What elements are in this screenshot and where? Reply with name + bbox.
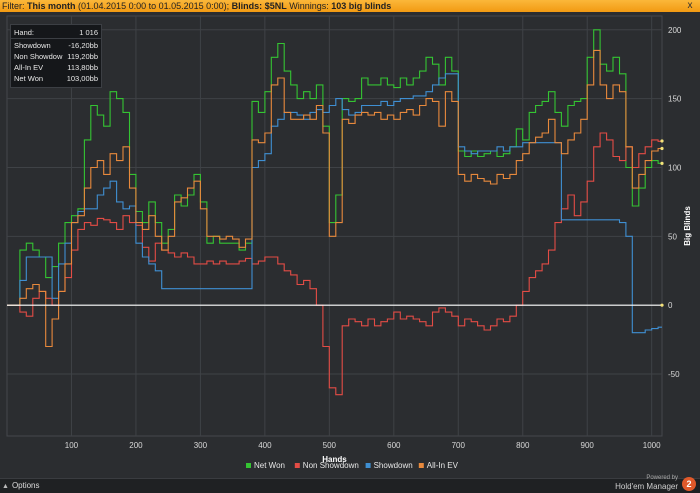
stats-row-net-won: Net Won 103,00bb bbox=[11, 73, 101, 84]
series-line-all-in-ev bbox=[7, 49, 662, 348]
powered-by: Powered by Hold'em Manager bbox=[615, 475, 678, 491]
y-tick-label: 0 bbox=[668, 301, 673, 310]
powered-by-label: Powered by bbox=[646, 475, 678, 481]
stats-label: Hand: bbox=[14, 28, 35, 37]
x-tick-label: 700 bbox=[452, 441, 466, 450]
product-name: Hold'em Manager bbox=[615, 482, 678, 491]
close-icon[interactable]: x bbox=[684, 0, 696, 12]
stats-label: Showdown bbox=[14, 41, 51, 50]
blinds-label: Blinds: bbox=[231, 1, 263, 11]
x-tick-label: 200 bbox=[129, 441, 143, 450]
stats-label: Net Won bbox=[14, 74, 44, 83]
y-tick-label: 200 bbox=[668, 26, 682, 35]
filter-date-range: (01.04.2015 0:00 to 01.05.2015 0:00); bbox=[78, 1, 230, 11]
stats-value: 1 016 bbox=[79, 28, 98, 37]
stats-value: 113,80bb bbox=[67, 63, 98, 72]
stats-value: 119,20bb bbox=[67, 52, 98, 61]
net-won-chart[interactable]: 100 200 300 400 500 600 700 800 900 1000 -50 0 50 100… bbox=[0, 12, 700, 479]
filter-label: Filter: bbox=[2, 1, 25, 11]
stats-row-non-showdown: Non Showdow 119,20bb bbox=[11, 51, 101, 62]
x-tick-label: 100 bbox=[65, 441, 79, 450]
zero-end-marker bbox=[660, 303, 664, 307]
series-end-marker bbox=[660, 139, 664, 143]
legend-swatch[interactable] bbox=[294, 463, 300, 468]
bottom-bar: ▲ Options Powered by Hold'em Manager 2 bbox=[0, 475, 700, 493]
chart-axes: 100 200 300 400 500 600 700 800 900 1000 -50 0 50 100… bbox=[65, 26, 692, 464]
blinds-value: $5NL bbox=[264, 1, 287, 11]
chart-grid bbox=[6, 15, 663, 437]
hm-logo-badge: 2 bbox=[682, 477, 696, 491]
legend-label[interactable]: Net Won bbox=[254, 461, 285, 470]
filter-bar: Filter: This month (01.04.2015 0:00 to 0… bbox=[0, 0, 700, 12]
x-tick-label: 900 bbox=[581, 441, 595, 450]
options-label: Options bbox=[11, 481, 40, 490]
winnings-value: 103 big blinds bbox=[331, 1, 392, 11]
x-tick-label: 300 bbox=[194, 441, 208, 450]
chart-legend[interactable]: Net Won Non Showdown Showdown All-In EV bbox=[246, 461, 459, 470]
legend-label[interactable]: Showdown bbox=[374, 461, 413, 470]
stats-label: Non Showdow bbox=[14, 52, 63, 61]
stats-value: 103,00bb bbox=[66, 74, 98, 83]
x-tick-label: 400 bbox=[258, 441, 272, 450]
stats-row-showdown: Showdown -16,20bb bbox=[11, 40, 101, 51]
series-end-marker bbox=[660, 161, 664, 165]
legend-swatch[interactable] bbox=[246, 463, 251, 468]
options-button[interactable]: ▲ Options bbox=[2, 480, 44, 492]
series-line-showdown bbox=[7, 73, 662, 334]
y-tick-label: 100 bbox=[668, 163, 682, 172]
x-tick-label: 600 bbox=[387, 441, 401, 450]
series-line-non-showdown bbox=[7, 132, 662, 396]
y-tick-label: -50 bbox=[668, 370, 680, 379]
y-axis-label: Big Blinds bbox=[683, 206, 692, 246]
x-tick-label: 1000 bbox=[643, 441, 661, 450]
series-end-marker bbox=[660, 146, 664, 151]
x-tick-label: 800 bbox=[516, 441, 530, 450]
chevron-up-icon: ▲ bbox=[2, 483, 9, 490]
plot-border bbox=[6, 15, 663, 437]
legend-label[interactable]: All-In EV bbox=[427, 461, 459, 470]
chart-series bbox=[7, 29, 664, 396]
stats-row-all-in-ev: All-In EV 113,80bb bbox=[11, 62, 101, 73]
y-tick-label: 150 bbox=[668, 95, 682, 104]
stats-value: -16,20bb bbox=[68, 41, 98, 50]
legend-swatch[interactable] bbox=[365, 463, 371, 468]
legend-label[interactable]: Non Showdown bbox=[303, 461, 359, 470]
legend-swatch[interactable] bbox=[418, 463, 424, 468]
stats-label: All-In EV bbox=[14, 63, 44, 72]
winnings-label: Winnings: bbox=[289, 1, 329, 11]
hand-stats-box: Hand: 1 016 Showdown -16,20bb Non Showdo… bbox=[10, 24, 102, 88]
x-tick-label: 500 bbox=[323, 441, 337, 450]
stats-row-hand: Hand: 1 016 bbox=[11, 27, 101, 39]
y-tick-label: 50 bbox=[668, 232, 677, 241]
filter-value[interactable]: This month bbox=[27, 1, 76, 11]
